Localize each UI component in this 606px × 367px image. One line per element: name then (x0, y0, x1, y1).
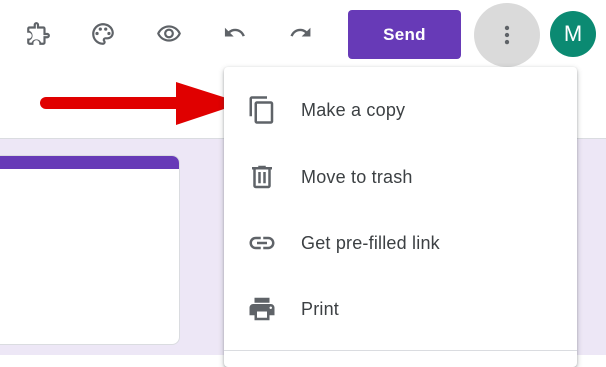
copy-icon (246, 94, 278, 126)
menu-divider (224, 350, 577, 351)
form-card-accent (0, 156, 179, 169)
more-options-button[interactable] (474, 3, 540, 67)
menu-item-label: Make a copy (301, 99, 406, 120)
eye-icon[interactable] (151, 16, 187, 52)
menu-item-label: Print (301, 298, 340, 319)
menu-item-print[interactable]: Print (224, 283, 577, 335)
top-toolbar: Send M (0, 0, 606, 68)
undo-icon[interactable] (217, 16, 253, 52)
more-options-menu: Make a copy Move to trash Get pre-filled… (224, 67, 577, 367)
avatar[interactable]: M (550, 11, 596, 57)
link-icon (246, 227, 278, 259)
send-button[interactable]: Send (348, 10, 461, 59)
palette-icon[interactable] (85, 16, 121, 52)
trash-icon (246, 161, 278, 193)
form-card[interactable] (0, 155, 180, 345)
menu-item-make-a-copy[interactable]: Make a copy (224, 84, 577, 136)
menu-item-get-pre-filled-link[interactable]: Get pre-filled link (224, 217, 577, 269)
puzzle-icon[interactable] (20, 16, 56, 52)
red-arrow-annotation (40, 82, 242, 125)
menu-item-move-to-trash[interactable]: Move to trash (224, 151, 577, 203)
more-vert-icon (504, 25, 510, 45)
menu-item-label: Move to trash (301, 166, 413, 187)
redo-icon[interactable] (283, 16, 319, 52)
menu-item-label: Get pre-filled link (301, 232, 440, 253)
print-icon (246, 293, 278, 325)
